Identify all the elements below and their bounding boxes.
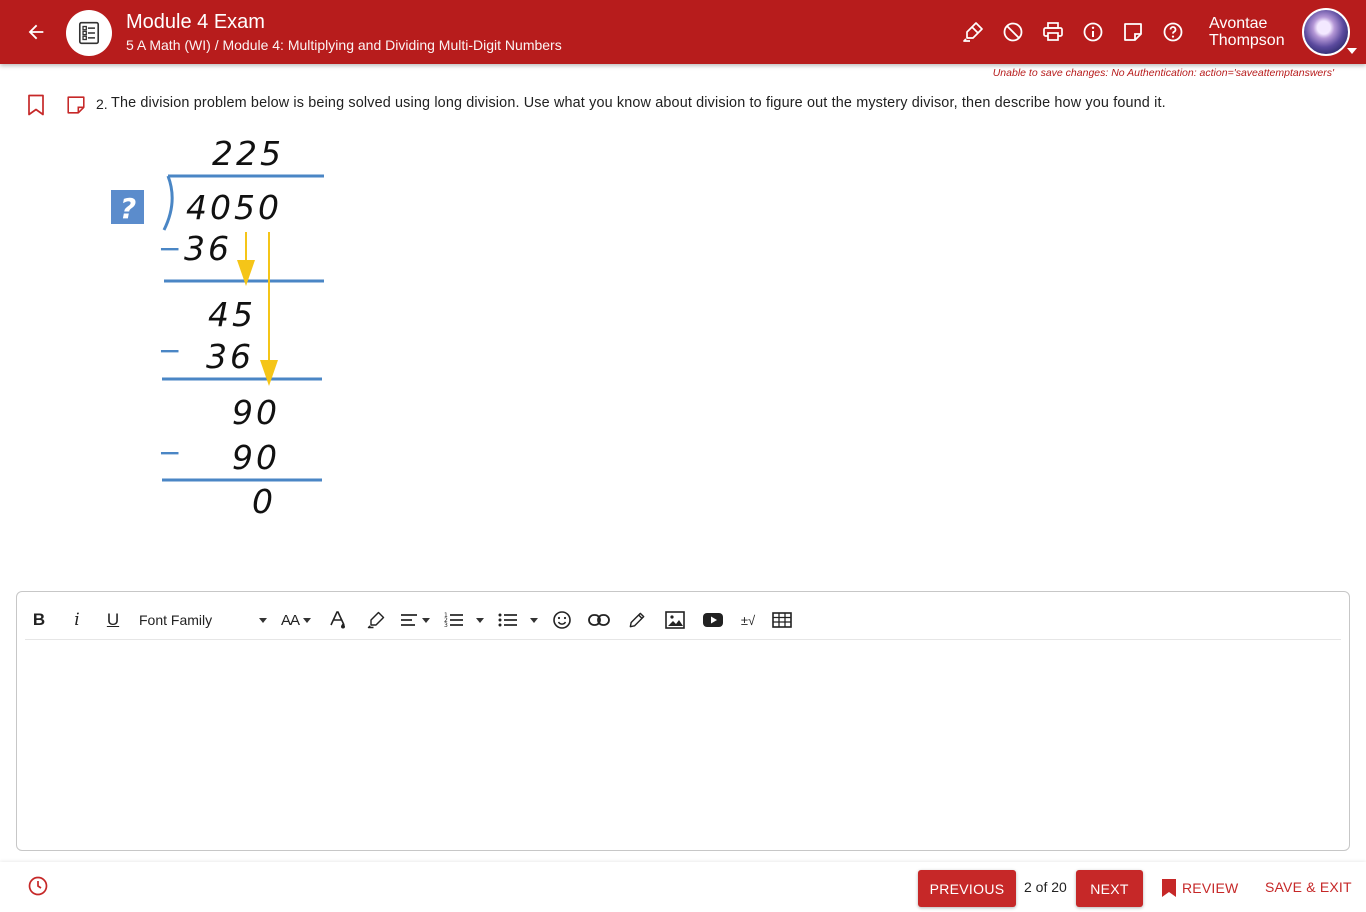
save-and-exit-button[interactable]: SAVE & EXIT <box>1265 879 1352 895</box>
align-left-icon <box>401 614 417 626</box>
chevron-down-icon <box>422 617 430 623</box>
highlighter-icon <box>367 611 385 629</box>
notes-button[interactable] <box>1119 18 1147 46</box>
help-icon <box>1163 22 1183 42</box>
step3-partial: 90 <box>232 393 280 432</box>
user-first-name: Avontae <box>1209 15 1268 32</box>
bookmark-icon <box>1162 879 1176 897</box>
question-text: The division problem below is being solv… <box>111 95 1166 111</box>
chevron-down-icon <box>259 617 267 623</box>
note-icon <box>67 96 85 114</box>
eliminator-icon <box>1003 22 1023 42</box>
info-icon <box>1083 22 1103 42</box>
header-titles: Module 4 Exam 5 A Math (WI) / Module 4: … <box>126 11 562 54</box>
video-icon <box>703 613 723 627</box>
remainder: 0 <box>252 482 276 521</box>
step3-minus: − <box>158 436 181 469</box>
arrow-left-icon <box>28 24 44 40</box>
font-family-label: Font Family <box>139 612 213 628</box>
chevron-down-icon <box>476 617 484 623</box>
chevron-down-icon <box>303 617 311 623</box>
insert-table-button[interactable] <box>769 606 795 634</box>
highlight-color-button[interactable] <box>363 606 389 634</box>
underline-button[interactable]: U <box>101 606 125 634</box>
review-button[interactable]: REVIEW <box>1161 876 1238 900</box>
answer-editor: B i U Font Family AA 1 2 3 ±√ <box>16 591 1350 851</box>
editor-toolbar: B i U Font Family AA 1 2 3 ±√ <box>25 600 1341 640</box>
user-name[interactable]: Avontae Thompson <box>1209 15 1285 49</box>
help-button[interactable] <box>1159 18 1187 46</box>
table-icon <box>772 612 792 628</box>
long-division-figure: 225 4050 36 45 36 90 90 0 − − − ? <box>111 134 324 521</box>
unknown-divisor: ? <box>120 192 136 225</box>
quotient: 225 <box>212 134 284 173</box>
image-icon <box>665 611 685 629</box>
pencil-icon <box>629 612 645 628</box>
checklist-icon <box>78 21 100 45</box>
breadcrumb: 5 A Math (WI) / Module 4: Multiplying an… <box>126 37 562 53</box>
insert-link-button[interactable] <box>586 606 612 634</box>
answer-eliminator-button[interactable] <box>999 18 1027 46</box>
equation-button[interactable]: ±√ <box>735 606 761 634</box>
insert-image-button[interactable] <box>662 606 688 634</box>
save-error-message: Unable to save changes: No Authenticatio… <box>992 67 1334 79</box>
next-button[interactable]: NEXT <box>1076 870 1143 907</box>
avatar[interactable] <box>1302 8 1350 56</box>
ordered-list-dropdown[interactable] <box>471 606 485 634</box>
question-note-button[interactable] <box>65 94 87 116</box>
back-button[interactable] <box>20 16 52 48</box>
previous-button[interactable]: PREVIOUS <box>918 870 1016 907</box>
highlighter-icon <box>963 22 983 42</box>
font-family-select[interactable]: Font Family <box>139 606 267 634</box>
dividend: 4050 <box>186 188 282 227</box>
step2-partial: 45 <box>208 295 256 334</box>
font-size-label: AA <box>280 611 300 629</box>
note-icon <box>1124 23 1142 41</box>
step3-subtract: 90 <box>232 438 280 477</box>
text-color-icon <box>330 611 345 629</box>
footer-bar: PREVIOUS 2 of 20 NEXT REVIEW SAVE & EXIT <box>0 862 1366 912</box>
draw-button[interactable] <box>624 606 650 634</box>
ordered-list-icon: 1 2 3 <box>444 612 463 629</box>
info-button[interactable] <box>1079 18 1107 46</box>
svg-text:3: 3 <box>444 622 448 629</box>
font-size-button[interactable]: AA <box>279 606 313 634</box>
answer-text-area[interactable] <box>25 644 1341 842</box>
page-title: Module 4 Exam <box>126 11 265 33</box>
step2-subtract: 36 <box>206 337 254 376</box>
align-button[interactable] <box>399 606 431 634</box>
exam-icon-badge <box>66 10 112 56</box>
unordered-list-icon <box>498 613 517 627</box>
chevron-down-icon[interactable] <box>1347 48 1357 54</box>
step1-subtract: 36 <box>184 229 232 268</box>
text-color-button[interactable] <box>325 606 351 634</box>
step1-minus: − <box>158 232 181 265</box>
timer-button[interactable] <box>26 874 50 898</box>
emoji-icon <box>553 611 571 629</box>
insert-video-button[interactable] <box>700 606 726 634</box>
print-button[interactable] <box>1039 18 1067 46</box>
bookmark-icon <box>28 94 44 116</box>
step2-minus: − <box>158 334 181 367</box>
bookmark-button[interactable] <box>26 94 46 116</box>
page-indicator: 2 of 20 <box>1024 879 1067 895</box>
unordered-list-dropdown[interactable] <box>525 606 539 634</box>
ordered-list-button[interactable]: 1 2 3 <box>441 606 467 634</box>
question-number: 2. <box>96 96 108 112</box>
bold-button[interactable]: B <box>27 606 51 634</box>
clock-icon <box>28 876 48 896</box>
unordered-list-button[interactable] <box>495 606 521 634</box>
italic-button[interactable]: i <box>65 606 89 634</box>
review-label: REVIEW <box>1182 880 1239 896</box>
top-app-bar: Module 4 Exam 5 A Math (WI) / Module 4: … <box>0 0 1366 64</box>
highlighter-button[interactable] <box>959 18 987 46</box>
emoji-button[interactable] <box>549 606 575 634</box>
arrow-head-2 <box>260 360 278 386</box>
user-last-name: Thompson <box>1209 32 1285 49</box>
chevron-down-icon <box>530 617 538 623</box>
print-icon <box>1043 22 1063 41</box>
link-icon <box>588 614 610 626</box>
